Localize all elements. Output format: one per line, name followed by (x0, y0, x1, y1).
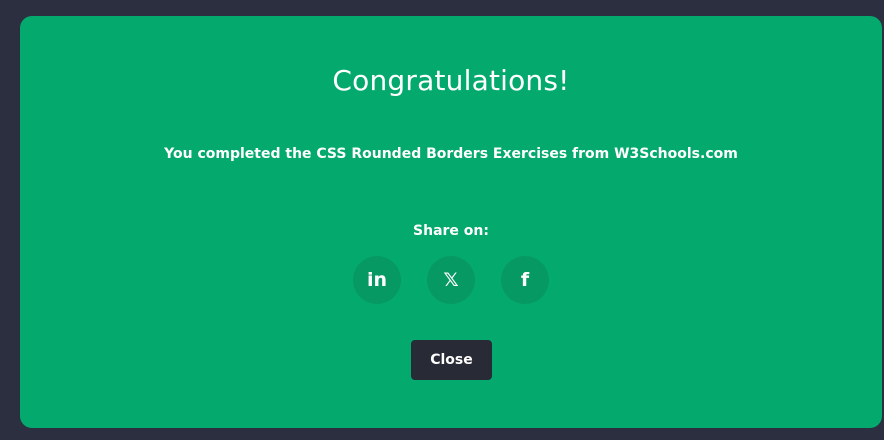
share-linkedin-button[interactable]: in (353, 256, 401, 304)
share-x-button[interactable]: 𝕏 (427, 256, 475, 304)
facebook-icon: f (520, 268, 530, 291)
share-label: Share on: (413, 223, 489, 239)
close-button[interactable]: Close (411, 340, 492, 380)
congratulations-modal: Congratulations! You completed the CSS R… (20, 16, 882, 428)
share-facebook-button[interactable]: f (501, 256, 549, 304)
x-icon: 𝕏 (443, 268, 459, 291)
completion-message: You completed the CSS Rounded Borders Ex… (164, 146, 738, 162)
modal-title: Congratulations! (332, 64, 570, 97)
linkedin-icon: in (366, 268, 388, 291)
share-buttons: in 𝕏 f (20, 256, 882, 304)
